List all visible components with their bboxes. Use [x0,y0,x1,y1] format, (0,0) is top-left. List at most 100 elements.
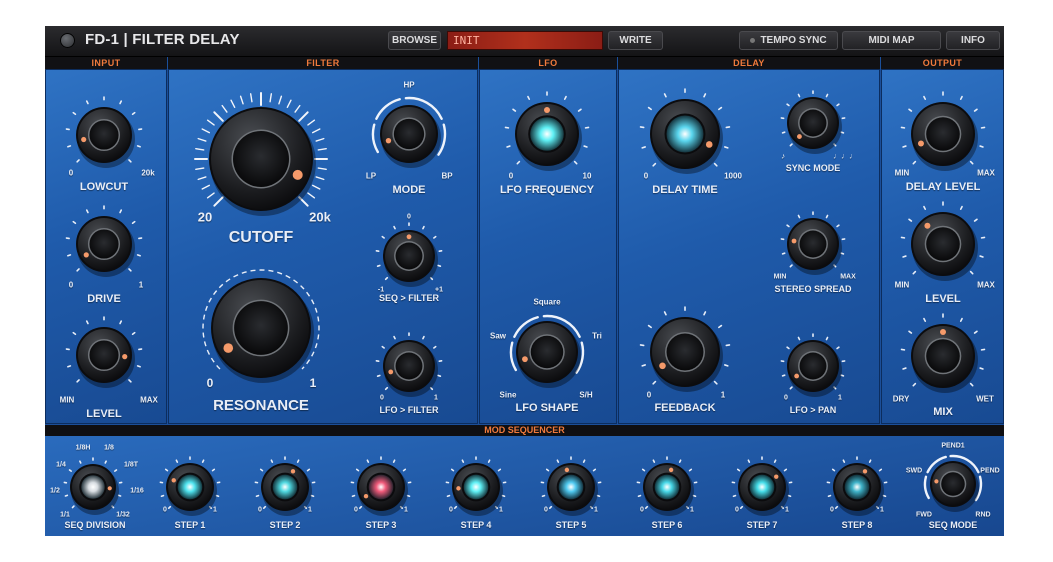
delay-time-max-label: 1000 [724,171,742,181]
write-button[interactable]: WRITE [608,31,663,50]
step-4-max-label: 1 [499,506,503,514]
step-1-min-label: 0 [163,506,167,514]
section-header-mod-sequencer: MOD SEQUENCER [45,425,1004,436]
step-1-label: STEP 1 [174,520,206,530]
feedback-knob[interactable] [634,301,736,403]
stereo-spread-max-label: MAX [840,273,856,281]
feedback-min-label: 0 [646,390,652,400]
tempo-sync-label: TEMPO SYNC [760,35,827,46]
seq-mode-label: SEQ MODE [928,520,978,530]
step-6-label: STEP 6 [651,520,683,530]
power-icon[interactable] [60,33,75,48]
section-header-lfo: LFO [479,57,617,69]
mix-knob[interactable] [895,308,991,404]
top-bar: FD-1 | FILTER DELAY BROWSE INIT WRITE TE… [45,26,1004,57]
step-8-label: STEP 8 [841,520,873,530]
mix-max-label: WET [976,394,994,404]
delay-level-max-label: MAX [977,168,995,178]
seq-mode-pend-label: PEND [980,467,1000,475]
input-level-knob[interactable] [60,311,148,399]
lfo-filter-min-label: 0 [380,394,384,402]
step-8-min-label: 0 [830,506,834,514]
output-level-knob[interactable] [895,196,991,292]
mode-hp-label: HP [403,80,415,90]
cutoff-max-label: 20k [309,209,331,225]
stereo-spread-knob[interactable] [775,206,851,282]
seq-filter-label: SEQ > FILTER [378,293,440,303]
delay-level-min-label: MIN [894,168,910,178]
seq-mode-fwd-label: FWD [916,511,932,519]
delay-time-label: DELAY TIME [652,184,718,196]
step-3-max-label: 1 [404,506,408,514]
sync-mode-right-icon: ♩♩♩ [833,151,857,161]
resonance-max-label: 1 [309,376,317,390]
lfo-shape-knob[interactable] [505,310,589,394]
sync-mode-label: SYNC MODE [785,163,841,173]
cutoff-min-label: 20 [197,209,213,225]
lfo-pan-knob[interactable] [775,328,851,404]
lowcut-min-label: 0 [68,168,74,178]
step-4-label: STEP 4 [460,520,492,530]
browse-button[interactable]: BROWSE [388,31,441,50]
filter-mode-label: MODE [392,184,426,196]
seq-division-opt-1-16: 1/16 [130,487,144,495]
lowcut-label: LOWCUT [79,181,129,193]
mode-bp-label: BP [441,171,453,181]
lfo-frequency-knob[interactable] [499,86,595,182]
tempo-sync-led-icon [750,38,756,43]
sync-mode-knob[interactable] [775,85,851,161]
lowcut-knob[interactable] [60,91,148,179]
feedback-label: FEEDBACK [654,402,716,414]
step-3-min-label: 0 [354,506,358,514]
lfo-frequency-label: LFO FREQUENCY [499,184,595,196]
step-4-min-label: 0 [449,506,453,514]
lfo-filter-label: LFO > FILTER [379,405,439,415]
seq-division-opt-1-1: 1/1 [60,511,70,519]
input-level-min-label: MIN [59,395,75,405]
lfo-pan-min-label: 0 [784,394,788,402]
lfo-shape-saw-label: Saw [489,331,507,341]
mode-lp-label: LP [365,171,377,181]
plugin-title: FD-1 | FILTER DELAY [85,31,240,48]
seq-division-opt-1-8: 1/8 [104,444,114,452]
step-7-label: STEP 7 [746,520,778,530]
step-8-max-label: 1 [880,506,884,514]
output-level-label: LEVEL [925,293,961,305]
step-1-max-label: 1 [213,506,217,514]
lfo-pan-label: LFO > PAN [789,405,837,415]
seq-mode-pend1-label: PEND1 [941,442,965,450]
seq-filter-knob[interactable] [370,217,448,295]
sync-mode-left-icon: ♪ [781,151,785,161]
step-3-label: STEP 3 [365,520,397,530]
section-header-output: OUTPUT [881,57,1004,69]
step-5-label: STEP 5 [555,520,587,530]
lfo-shape-tri-label: Tri [592,331,602,341]
lfo-frequency-max-label: 10 [582,171,592,181]
seq-mode-rnd-label: RND [975,511,991,519]
preset-display[interactable]: INIT [447,31,603,50]
step-2-label: STEP 2 [269,520,301,530]
section-header-delay: DELAY [618,57,880,69]
tempo-sync-button[interactable]: TEMPO SYNC [739,31,838,50]
filter-mode-knob[interactable] [367,92,451,176]
lfo-filter-knob[interactable] [370,327,448,405]
delay-time-min-label: 0 [643,171,649,181]
delay-level-label: DELAY LEVEL [905,181,981,193]
seq-division-opt-1-32: 1/32 [116,511,130,519]
resonance-label: RESONANCE [213,397,309,414]
seq-division-label: SEQ DIVISION [64,520,126,530]
lfo-shape-label: LFO SHAPE [515,402,579,414]
midi-map-button[interactable]: MIDI MAP [842,31,941,50]
delay-time-knob[interactable] [634,83,736,185]
info-button[interactable]: INFO [946,31,1000,50]
drive-knob[interactable] [60,200,148,288]
mix-label: MIX [933,406,953,418]
resonance-knob[interactable] [197,264,325,392]
lowcut-max-label: 20k [141,168,155,178]
output-level-max-label: MAX [977,280,995,290]
seq-mode-knob[interactable] [919,450,987,518]
output-level-min-label: MIN [894,280,910,290]
seq-division-opt-1-8h: 1/8H [75,444,91,452]
lfo-frequency-min-label: 0 [508,171,514,181]
seq-division-opt-1-2: 1/2 [50,487,60,495]
